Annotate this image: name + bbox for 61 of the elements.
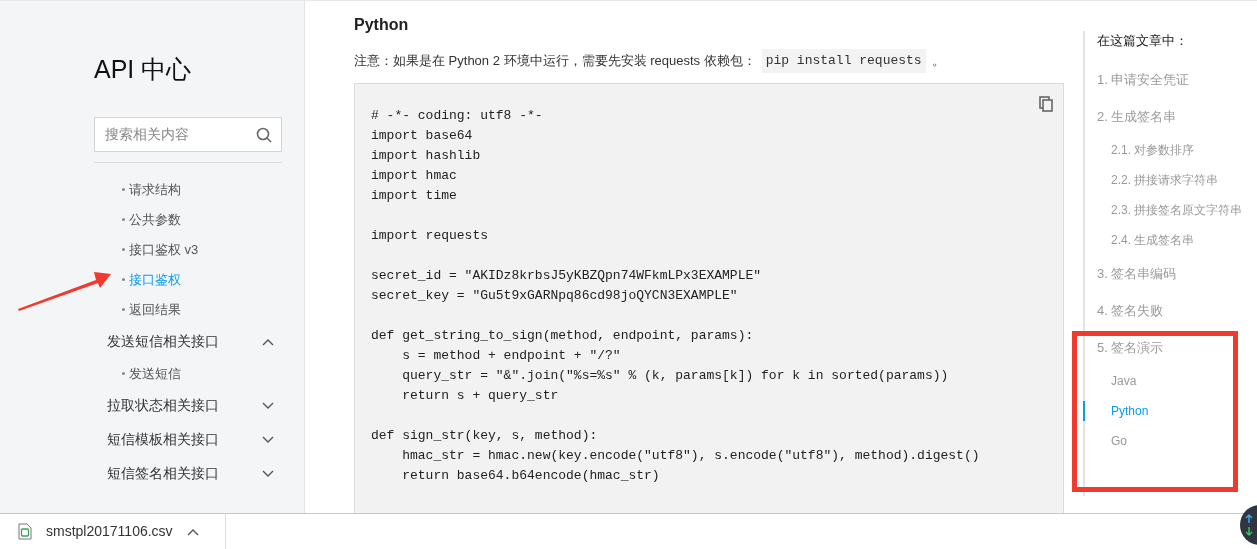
- code-line: query_str = "&".join("%s=%s" % (k, params[k]) for k in sorted(params)): [401, 366, 949, 385]
- toc-title: 在这篇文章中：: [1097, 32, 1189, 50]
- chevron-up-icon: [186, 527, 199, 536]
- toc-link[interactable]: Python: [1111, 402, 1149, 420]
- nav-group[interactable]: 短信签名相关接口: [94, 456, 282, 491]
- bullet-icon: [122, 218, 125, 221]
- nav-link[interactable]: 接口鉴权 v3: [129, 239, 199, 260]
- code-line: # -*- coding: utf8 -*-: [371, 106, 543, 125]
- toc-link[interactable]: 5. 签名演示: [1097, 337, 1164, 358]
- code-line: s = method + endpoint + "/?": [401, 346, 621, 365]
- toc-link[interactable]: 2.1. 对参数排序: [1111, 141, 1195, 159]
- nav-group[interactable]: 短信模板相关接口: [94, 422, 282, 457]
- nav-link[interactable]: 返回结果: [129, 299, 181, 320]
- up-down-arrows-icon: [1245, 513, 1253, 537]
- inline-code: pip install requests: [761, 49, 926, 73]
- nav-link[interactable]: 接口鉴权: [129, 269, 181, 290]
- note-text: 。: [931, 52, 945, 70]
- toc-link[interactable]: 2. 生成签名串: [1097, 106, 1177, 127]
- toc-link[interactable]: 2.4. 生成签名串: [1111, 231, 1195, 249]
- note-text: 注意：如果是在 Python 2 环境中运行，需要先安装 requests 依赖包：: [354, 52, 756, 70]
- copy-icon[interactable]: [1039, 95, 1053, 112]
- bullet-icon: [122, 278, 125, 281]
- search-icon[interactable]: [256, 126, 272, 143]
- toc-link[interactable]: 2.2. 拼接请求字符串: [1111, 171, 1219, 189]
- nav-link[interactable]: 发送短信: [129, 363, 181, 384]
- chevron-down-icon: [262, 401, 274, 410]
- search-field[interactable]: 搜索相关内容: [94, 116, 282, 152]
- code-line: def get_string_to_sign(method, endpoint, params):: [371, 326, 754, 345]
- toc-link[interactable]: 4. 签名失败: [1097, 300, 1164, 321]
- code-line: return base64.b64encode(hmac_str): [401, 466, 660, 485]
- toc-link[interactable]: 3. 签名串编码: [1097, 263, 1177, 284]
- toc-link[interactable]: 1. 申请安全凭证: [1097, 69, 1190, 90]
- section-heading: Python: [354, 15, 410, 35]
- code-line: import hashlib: [371, 146, 481, 165]
- chevron-down-icon: [262, 469, 274, 478]
- toc-link[interactable]: Java: [1111, 372, 1137, 390]
- chevron-up-icon: [262, 337, 274, 346]
- bullet-icon: [122, 188, 125, 191]
- toc-link[interactable]: Go: [1111, 432, 1127, 450]
- code-line: return s + query_str: [401, 386, 559, 405]
- code-line: def sign_str(key, s, method):: [371, 426, 598, 445]
- toc-link[interactable]: 2.3. 拼接签名原文字符串: [1111, 201, 1243, 219]
- file-icon: [18, 523, 32, 540]
- code-line: secret_key = "Gu5t9xGARNpq86cd98joQYCN3EXAMPLE": [371, 286, 738, 305]
- bullet-icon: [122, 308, 125, 311]
- nav-link[interactable]: 公共参数: [129, 209, 181, 230]
- code-line: import requests: [371, 226, 489, 245]
- nav-group[interactable]: 发送短信相关接口: [94, 324, 282, 359]
- bullet-icon: [122, 372, 125, 375]
- active-indicator: [1083, 401, 1085, 421]
- chevron-down-icon: [262, 435, 274, 444]
- nav-group[interactable]: 拉取状态相关接口: [94, 388, 282, 423]
- code-line: import base64: [371, 126, 473, 145]
- sidebar-title: API 中心: [94, 54, 193, 85]
- bullet-icon: [122, 248, 125, 251]
- code-line: secret_id = "AKIDz8krbsJ5yKBZQpn74WFkmLPx3EXAMPLE": [371, 266, 762, 285]
- code-line: import time: [371, 186, 457, 205]
- code-line: hmac_str = hmac.new(key.encode("utf8"), s.encode("utf8"), method).digest(): [401, 446, 980, 465]
- nav-link[interactable]: 请求结构: [129, 179, 181, 200]
- code-line: import hmac: [371, 166, 457, 185]
- download-file-name[interactable]: smstpl20171106.csv: [46, 521, 173, 542]
